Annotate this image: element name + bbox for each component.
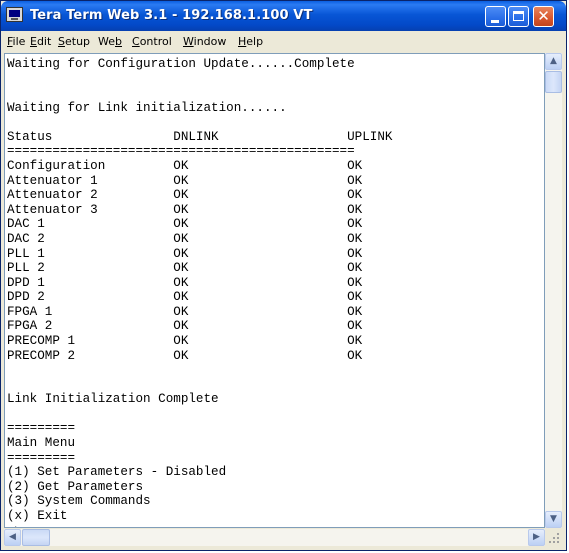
maximize-icon: [513, 11, 524, 21]
menu-control[interactable]: Control: [132, 35, 172, 48]
terminal-window: Tera Term Web 3.1 - 192.168.1.100 VT ✕ F…: [0, 0, 567, 551]
scroll-right-button[interactable]: ▶: [528, 529, 545, 546]
vertical-scrollbar[interactable]: ▲ ▼: [545, 53, 562, 528]
close-icon: ✕: [537, 7, 550, 25]
arrow-up-icon: ▲: [550, 56, 557, 66]
maximize-button[interactable]: [508, 6, 529, 27]
terminal-screen[interactable]: Waiting for Configuration Update......Co…: [4, 53, 545, 528]
menu-help[interactable]: Help: [238, 35, 263, 48]
window-title: Tera Term Web 3.1 - 192.168.1.100 VT: [30, 8, 313, 23]
terminal-output: Waiting for Configuration Update......Co…: [7, 57, 393, 527]
close-button[interactable]: ✕: [533, 6, 554, 27]
arrow-right-icon: ▶: [533, 532, 540, 542]
title-bar[interactable]: Tera Term Web 3.1 - 192.168.1.100 VT ✕: [1, 1, 566, 31]
menu-bar: File Edit Setup Web Control Window Help: [1, 31, 566, 52]
arrow-down-icon: ▼: [550, 514, 557, 524]
resize-grip-icon[interactable]: [545, 529, 562, 546]
scroll-down-button[interactable]: ▼: [545, 511, 562, 528]
scroll-left-button[interactable]: ◀: [4, 529, 21, 546]
menu-web[interactable]: Web: [98, 35, 122, 48]
vertical-scroll-thumb[interactable]: [545, 71, 562, 93]
scroll-up-button[interactable]: ▲: [545, 53, 562, 70]
menu-setup[interactable]: Setup: [58, 35, 90, 48]
minimize-button[interactable]: [485, 6, 506, 27]
menu-window[interactable]: Window: [183, 35, 226, 48]
minimize-icon: [491, 20, 499, 23]
menu-file[interactable]: File: [7, 35, 25, 48]
horizontal-scrollbar[interactable]: ◀ ▶: [4, 529, 545, 546]
arrow-left-icon: ◀: [9, 532, 16, 542]
horizontal-scroll-thumb[interactable]: [22, 529, 50, 546]
tera-term-monitor-icon[interactable]: [6, 7, 23, 22]
menu-edit[interactable]: Edit: [30, 35, 51, 48]
